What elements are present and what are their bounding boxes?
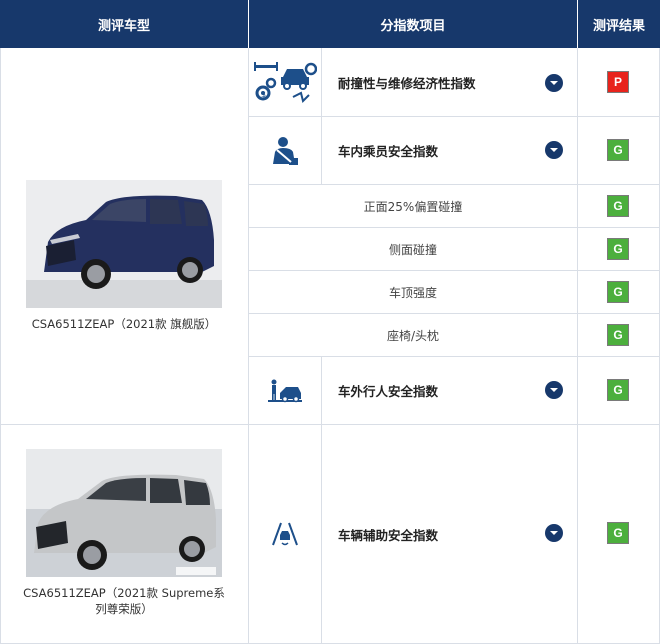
header-item-label: 分指数项目 xyxy=(380,18,446,34)
result-badge-pedestrian: G xyxy=(607,379,629,401)
silver-mpv-photo-icon xyxy=(26,449,222,577)
car-1-cell: CSA6511ZEAP（2021款 旗舰版） xyxy=(0,48,248,424)
result-badge-occupant: G xyxy=(607,139,629,161)
car-1-name: CSA6511ZEAP（2021款 旗舰版） xyxy=(31,317,217,331)
car-2-cell: CSA6511ZEAP（2021款 Supreme系 列尊荣版） xyxy=(0,425,248,643)
expand-pedestrian-button[interactable] xyxy=(545,381,563,399)
chevron-down-icon xyxy=(550,388,558,392)
header-result-label: 测评结果 xyxy=(592,18,645,34)
item-crash-repair-label: 耐撞性与维修经济性指数 xyxy=(338,76,476,91)
rating-table: 测评车型 分指数项目 测评结果 CSA6511ZEAP（2021款 旗舰版） $… xyxy=(0,0,660,644)
occupant-seatbelt-icon xyxy=(249,117,321,184)
sub-item-frontal-25: 正面25%偏置碰撞 xyxy=(363,199,463,214)
item-pedestrian-label: 车外行人安全指数 xyxy=(338,384,439,399)
header-model-label: 测评车型 xyxy=(97,18,150,34)
expand-occupant-button[interactable] xyxy=(545,141,563,159)
chevron-down-icon xyxy=(550,531,558,535)
chevron-down-icon xyxy=(550,148,558,152)
result-badge-seat-headrest: G xyxy=(607,324,629,346)
car-1-photo xyxy=(26,180,222,308)
svg-text:$: $ xyxy=(261,90,266,99)
header-item: 分指数项目 xyxy=(249,0,577,48)
sub-item-roof-strength: 车顶强度 xyxy=(388,285,437,300)
header-model: 测评车型 xyxy=(0,0,248,48)
item-driver-assist-label: 车辆辅助安全指数 xyxy=(338,527,439,543)
chevron-down-icon xyxy=(550,81,558,85)
crash-repair-cost-icon: $ xyxy=(249,49,321,116)
result-badge-frontal-25: G xyxy=(607,195,629,217)
item-occupant-label: 车内乘员安全指数 xyxy=(338,144,439,159)
sub-item-side-impact: 侧面碰撞 xyxy=(388,242,437,257)
sub-item-seat-headrest: 座椅/头枕 xyxy=(386,328,440,343)
result-badge-driver-assist: G xyxy=(607,522,629,544)
car-2-name-line2: 列尊荣版） xyxy=(95,602,153,616)
result-badge-crash-repair: P xyxy=(607,71,629,93)
expand-driver-assist-button[interactable] xyxy=(545,524,563,542)
header-result: 测评结果 xyxy=(578,0,660,48)
car-2-photo xyxy=(26,449,222,577)
navy-blue-mpv-photo-icon xyxy=(26,180,222,308)
pedestrian-car-icon xyxy=(249,357,321,424)
result-badge-roof-strength: G xyxy=(607,281,629,303)
lane-assist-icon xyxy=(249,425,321,643)
expand-crash-repair-button[interactable] xyxy=(545,74,563,92)
car-2-name-line1: CSA6511ZEAP（2021款 Supreme系 xyxy=(23,586,225,600)
result-badge-side-impact: G xyxy=(607,238,629,260)
